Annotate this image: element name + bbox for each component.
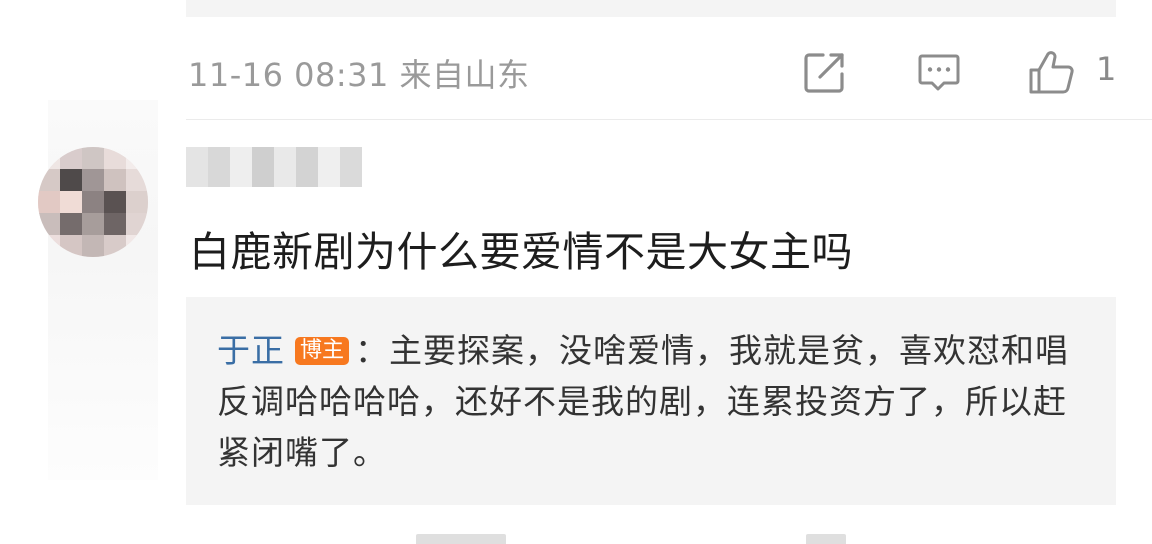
previous-quote-box [186,0,1116,17]
reply-quote-box[interactable]: 于正 博主 ：主要探案，没啥爱情，我就是贫，喜欢怼和唱反调哈哈哈哈，还好不是我的剧，… [186,297,1116,505]
reply-content: 于正 博主 ：主要探案，没啥爱情，我就是贫，喜欢怼和唱反调哈哈哈哈，还好不是我的剧，… [217,325,1077,478]
post-timestamp: 11-16 08:31 [188,56,389,94]
share-button[interactable] [803,50,847,94]
comment-text: 白鹿新剧为什么要爱情不是大女主吗 [189,228,853,276]
like-count: 1 [1096,50,1117,88]
reply-author-name[interactable]: 于正 [217,331,285,370]
share-edit-icon [804,53,844,93]
post-location: 来自山东 [399,56,530,94]
post-timestamp-location: 11-16 08:31 来自山东 [188,50,530,96]
reply-separator: ： [355,331,390,370]
comment-divider [186,119,1152,120]
username-obscured[interactable] [186,147,362,187]
like-button[interactable] [1028,50,1074,94]
avatar[interactable] [38,147,148,257]
blogger-badge: 博主 [295,337,350,365]
thumbs-up-icon [1029,51,1074,94]
post-meta-row: 11-16 08:31 来自山东 1 [186,44,1116,96]
comment-button[interactable] [917,50,961,94]
next-meta-row-partial [186,530,1116,544]
comment-icon [918,54,960,91]
